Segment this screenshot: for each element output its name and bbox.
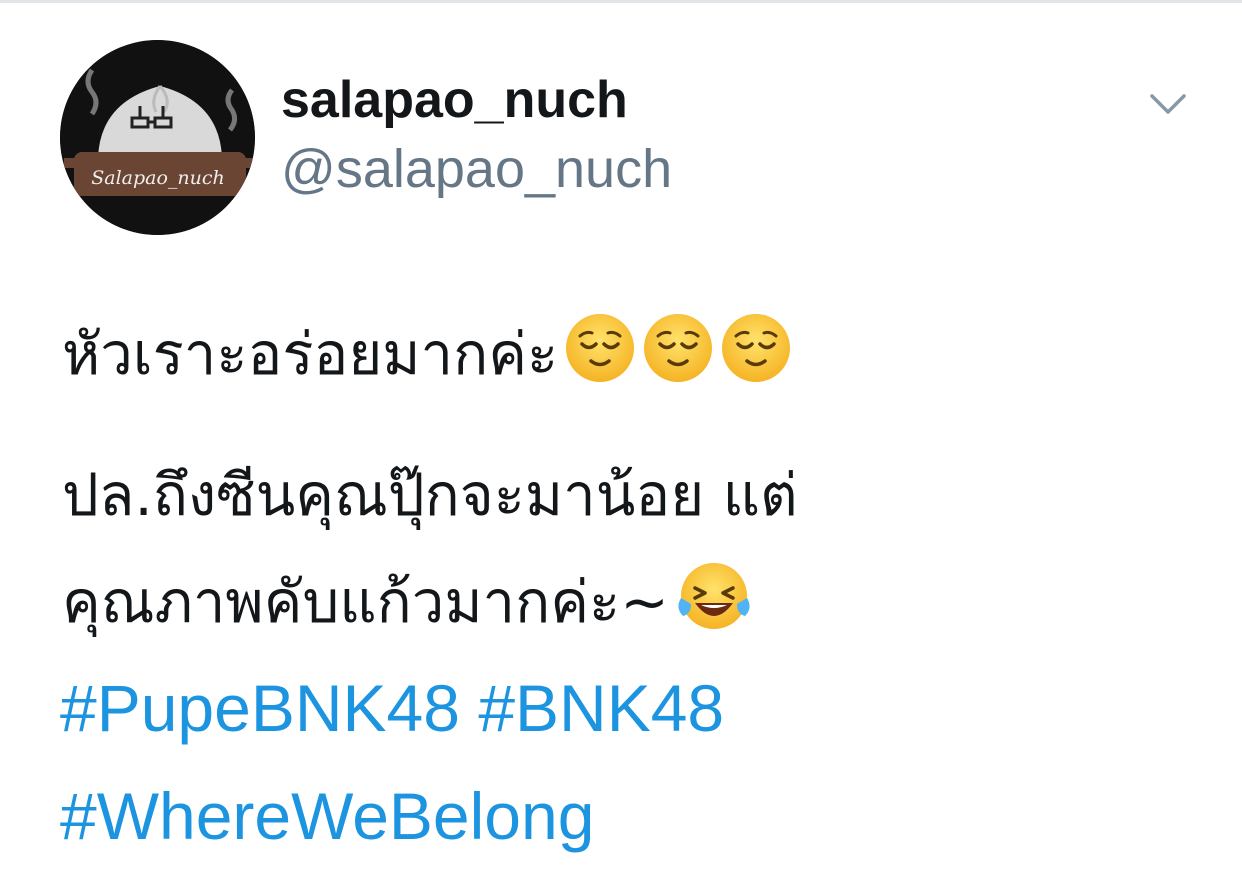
top-divider (0, 0, 1242, 3)
user-handle[interactable]: @salapao_nuch (281, 138, 672, 200)
svg-text:Salapao_nuch: Salapao_nuch (91, 167, 225, 189)
tweet-text-line-2: ปล.ถึงซีนคุณปุ๊กจะมาน้อย แต่ (62, 461, 798, 529)
hashtag-link[interactable]: #PupeBNK48 (60, 671, 460, 745)
tweet-text: คุณภาพคับแก้วมากค่ะ~ (62, 568, 669, 637)
chevron-down-icon[interactable] (1148, 88, 1188, 122)
hashtag-link[interactable]: #WhereWeBelong (60, 779, 594, 853)
face-with-tears-of-joy-emoji (675, 560, 753, 652)
tweet-text: หัวเราะอร่อยมากค่ะ (62, 320, 559, 389)
tweet-text-line-3: คุณภาพคับแก้วมากค่ะ~ (62, 560, 753, 652)
hashtags-line-2: #WhereWeBelong (60, 776, 594, 856)
relieved-face-emoji (642, 312, 714, 404)
relieved-face-emoji (720, 312, 792, 404)
salapao-logo-icon: Salapao_nuch (60, 40, 255, 235)
tweet-text-line-1: หัวเราะอร่อยมากค่ะ (62, 312, 792, 404)
hashtag-link[interactable]: #BNK48 (478, 671, 724, 745)
avatar[interactable]: Salapao_nuch (60, 40, 255, 235)
relieved-face-emoji (564, 312, 636, 404)
hashtags-line-1: #PupeBNK48 #BNK48 (60, 668, 724, 748)
display-name[interactable]: salapao_nuch (281, 70, 628, 130)
